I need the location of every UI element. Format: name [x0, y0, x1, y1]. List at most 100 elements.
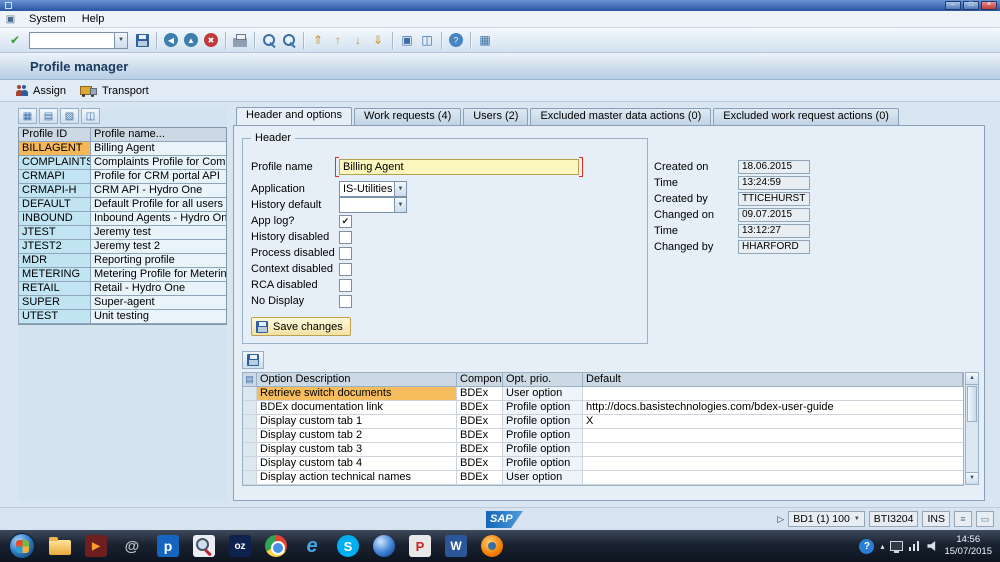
application-dropdown[interactable]: IS-Utilities	[339, 181, 407, 197]
session-menu-icon[interactable]	[4, 13, 17, 26]
profile-row[interactable]: JTEST Jeremy test	[19, 226, 226, 240]
find-next-icon[interactable]	[279, 30, 299, 50]
profile-id-cell[interactable]: CRMAPI	[19, 170, 91, 184]
pdf-app-icon[interactable]: P	[402, 531, 438, 561]
p-app-icon[interactable]: p	[150, 531, 186, 561]
system-dropdown-icon[interactable]	[854, 516, 860, 522]
cancel-icon[interactable]: ✖	[201, 30, 221, 50]
option-component-cell[interactable]: BDEx	[457, 401, 503, 415]
profile-id-cell[interactable]: COMPLAINTS	[19, 156, 91, 170]
checkbox[interactable]	[339, 278, 352, 292]
volume-icon[interactable]	[927, 541, 936, 551]
profile-row[interactable]: COMPLAINTS Complaints Profile for Compla	[19, 156, 226, 170]
oz-app-icon[interactable]: oz	[222, 531, 258, 561]
component-header[interactable]: Component	[457, 373, 503, 387]
system-info-box[interactable]: BD1 (1) 100	[788, 511, 865, 527]
scroll-up-icon[interactable]	[966, 373, 978, 385]
option-default-cell[interactable]: http://docs.basistechnologies.com/bdex-u…	[583, 401, 963, 415]
tab[interactable]: Work requests (4)	[354, 108, 462, 125]
save-icon[interactable]	[132, 30, 152, 50]
option-row[interactable]: Display custom tab 4 BDEx Profile option	[243, 457, 963, 471]
history-default-dropdown[interactable]	[339, 197, 407, 213]
menu-item[interactable]: Help	[74, 12, 113, 26]
transport-button[interactable]: Transport	[80, 85, 149, 97]
row-select-cell[interactable]	[243, 443, 257, 457]
option-priority-cell[interactable]: User option	[503, 387, 583, 401]
firefox-icon[interactable]	[474, 531, 510, 561]
new-session-icon[interactable]: ▣	[397, 30, 417, 50]
profile-name-cell[interactable]: Complaints Profile for Compla	[91, 156, 226, 170]
option-description-cell[interactable]: Retrieve switch documents	[257, 387, 457, 401]
skype-icon[interactable]: S	[330, 531, 366, 561]
hidden-icons-icon[interactable]: ▴	[880, 542, 884, 551]
help-icon[interactable]: ?	[446, 30, 466, 50]
close-button[interactable]: ×	[981, 1, 997, 10]
profile-row[interactable]: RETAIL Retail - Hydro One	[19, 282, 226, 296]
priority-header[interactable]: Opt. prio.	[503, 373, 583, 387]
profile-name-input[interactable]	[339, 159, 579, 175]
start-button[interactable]	[2, 531, 42, 561]
profile-row[interactable]: MDR Reporting profile	[19, 254, 226, 268]
profile-row[interactable]: UTEST Unit testing	[19, 310, 226, 324]
option-priority-cell[interactable]: Profile option	[503, 401, 583, 415]
tab[interactable]: Header and options	[236, 107, 353, 125]
option-description-cell[interactable]: Display custom tab 4	[257, 457, 457, 471]
options-scrollbar[interactable]	[965, 372, 979, 485]
option-component-cell[interactable]: BDEx	[457, 471, 503, 485]
response-time-icon[interactable]: ≡	[954, 511, 972, 527]
option-description-header[interactable]: Option Description	[257, 373, 457, 387]
profile-row[interactable]: INBOUND Inbound Agents - Hydro One	[19, 212, 226, 226]
profile-name-cell[interactable]: Jeremy test	[91, 226, 226, 240]
help-icon[interactable]: ?	[859, 538, 875, 554]
profile-id-cell[interactable]: BILLAGENT	[19, 142, 91, 156]
row-select-cell[interactable]	[243, 471, 257, 485]
profile-id-cell[interactable]: RETAIL	[19, 282, 91, 296]
option-default-cell[interactable]: X	[583, 415, 963, 429]
profile-row[interactable]: JTEST2 Jeremy test 2	[19, 240, 226, 254]
last-page-icon[interactable]: ⇓	[368, 30, 388, 50]
option-priority-cell[interactable]: Profile option	[503, 457, 583, 471]
table-select-icon[interactable]	[243, 373, 257, 387]
profile-name-cell[interactable]: Inbound Agents - Hydro One	[91, 212, 226, 226]
profile-name-header[interactable]: Profile name...	[91, 128, 226, 142]
create-shortcut-icon[interactable]: ◫	[417, 30, 437, 50]
option-description-cell[interactable]: Display action technical names	[257, 471, 457, 485]
profile-name-cell[interactable]: Jeremy test 2	[91, 240, 226, 254]
enter-icon[interactable]: ✔	[5, 30, 25, 50]
menu-item[interactable]: System	[21, 12, 74, 26]
profile-name-cell[interactable]: Metering Profile for Metering	[91, 268, 226, 282]
sort-icon[interactable]: ▤	[39, 108, 58, 124]
options-save-button[interactable]	[242, 351, 264, 369]
profile-id-header[interactable]: Profile ID	[19, 128, 91, 142]
command-dropdown-icon[interactable]	[115, 31, 128, 49]
profile-name-cell[interactable]: Super-agent	[91, 296, 226, 310]
previous-page-icon[interactable]: ↑	[328, 30, 348, 50]
back-icon[interactable]: ◀	[161, 30, 181, 50]
profile-row[interactable]: DEFAULT Default Profile for all users	[19, 198, 226, 212]
option-priority-cell[interactable]: Profile option	[503, 443, 583, 457]
display-icon[interactable]	[890, 541, 904, 553]
select-layout-icon[interactable]: ▦	[18, 108, 37, 124]
profile-row[interactable]: METERING Metering Profile for Metering	[19, 268, 226, 282]
insert-mode-box[interactable]: INS	[922, 511, 950, 527]
profile-id-cell[interactable]: INBOUND	[19, 212, 91, 226]
profile-name-cell[interactable]: Retail - Hydro One	[91, 282, 226, 296]
first-page-icon[interactable]: ⇑	[308, 30, 328, 50]
tab[interactable]: Users (2)	[463, 108, 529, 125]
option-default-cell[interactable]	[583, 471, 963, 485]
option-default-cell[interactable]	[583, 387, 963, 401]
option-description-cell[interactable]: BDEx documentation link	[257, 401, 457, 415]
profile-name-cell[interactable]: Unit testing	[91, 310, 226, 324]
checkbox[interactable]	[339, 246, 352, 260]
option-priority-cell[interactable]: Profile option	[503, 415, 583, 429]
option-description-cell[interactable]: Display custom tab 1	[257, 415, 457, 429]
connection-icon[interactable]: ▭	[976, 511, 994, 527]
media-player-icon[interactable]: ▶	[78, 531, 114, 561]
assign-button[interactable]: Assign	[16, 85, 66, 97]
history-default-dropdown-icon[interactable]	[394, 197, 407, 213]
command-input[interactable]	[29, 31, 115, 49]
option-priority-cell[interactable]: Profile option	[503, 429, 583, 443]
option-description-cell[interactable]: Display custom tab 3	[257, 443, 457, 457]
option-row[interactable]: BDEx documentation link BDEx Profile optio…	[243, 401, 963, 415]
profile-row[interactable]: CRMAPI Profile for CRM portal API	[19, 170, 226, 184]
